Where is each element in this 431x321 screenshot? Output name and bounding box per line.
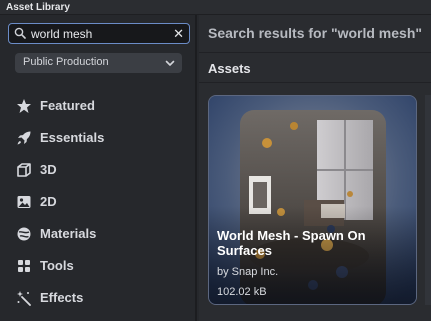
asset-author: by Snap Inc. <box>217 266 279 278</box>
divider <box>199 52 431 53</box>
sidebar-item-label: Effects <box>40 290 84 305</box>
divider <box>199 82 431 83</box>
sidebar-item-featured[interactable]: Featured <box>0 90 195 122</box>
sidebar-item-tools[interactable]: Tools <box>0 250 195 282</box>
sidebar-item-essentials[interactable]: Essentials <box>0 122 195 154</box>
sidebar-item-effects[interactable]: Effects <box>0 282 195 314</box>
results-panel: Search results for "world mesh" Assets W… <box>199 15 431 321</box>
sidebar-item-materials[interactable]: Materials <box>0 218 195 250</box>
rocket-icon <box>17 131 31 145</box>
category-nav: Featured Essentials 3D 2D Materials Tool… <box>0 90 195 314</box>
sidebar-item-label: Tools <box>40 258 74 273</box>
next-card-edge <box>425 95 431 305</box>
search-input[interactable] <box>31 26 169 41</box>
sidebar-item-label: 2D <box>40 194 57 209</box>
sidebar-item-label: Featured <box>40 98 95 113</box>
results-heading: Search results for "world mesh" <box>208 25 423 41</box>
cube-icon <box>17 163 31 177</box>
star-icon <box>17 99 31 113</box>
clear-search-icon[interactable]: ✕ <box>173 26 184 41</box>
sidebar-item-label: Essentials <box>40 130 105 145</box>
section-heading-assets: Assets <box>208 61 251 76</box>
image-icon <box>17 196 31 208</box>
asset-size: 102.02 kB <box>217 286 267 298</box>
sidebar-item-label: Materials <box>40 226 97 241</box>
search-field[interactable]: ✕ <box>8 23 190 44</box>
effects-icon <box>17 291 31 306</box>
window-title: Asset Library <box>0 0 431 15</box>
search-icon <box>14 27 26 39</box>
asset-title: World Mesh - Spawn On Surfaces <box>217 228 366 258</box>
materials-icon <box>17 227 31 241</box>
chevron-down-icon <box>165 60 175 66</box>
asset-card[interactable]: World Mesh - Spawn On Surfaces by Snap I… <box>208 95 417 305</box>
sidebar: ✕ Public Production Featured Essentials <box>0 15 197 321</box>
sidebar-item-3d[interactable]: 3D <box>0 154 195 186</box>
tools-icon <box>18 260 30 272</box>
library-filter-dropdown[interactable]: Public Production <box>15 53 182 73</box>
sidebar-item-label: 3D <box>40 162 57 177</box>
library-filter-label: Public Production <box>23 56 109 68</box>
sidebar-item-2d[interactable]: 2D <box>0 186 195 218</box>
